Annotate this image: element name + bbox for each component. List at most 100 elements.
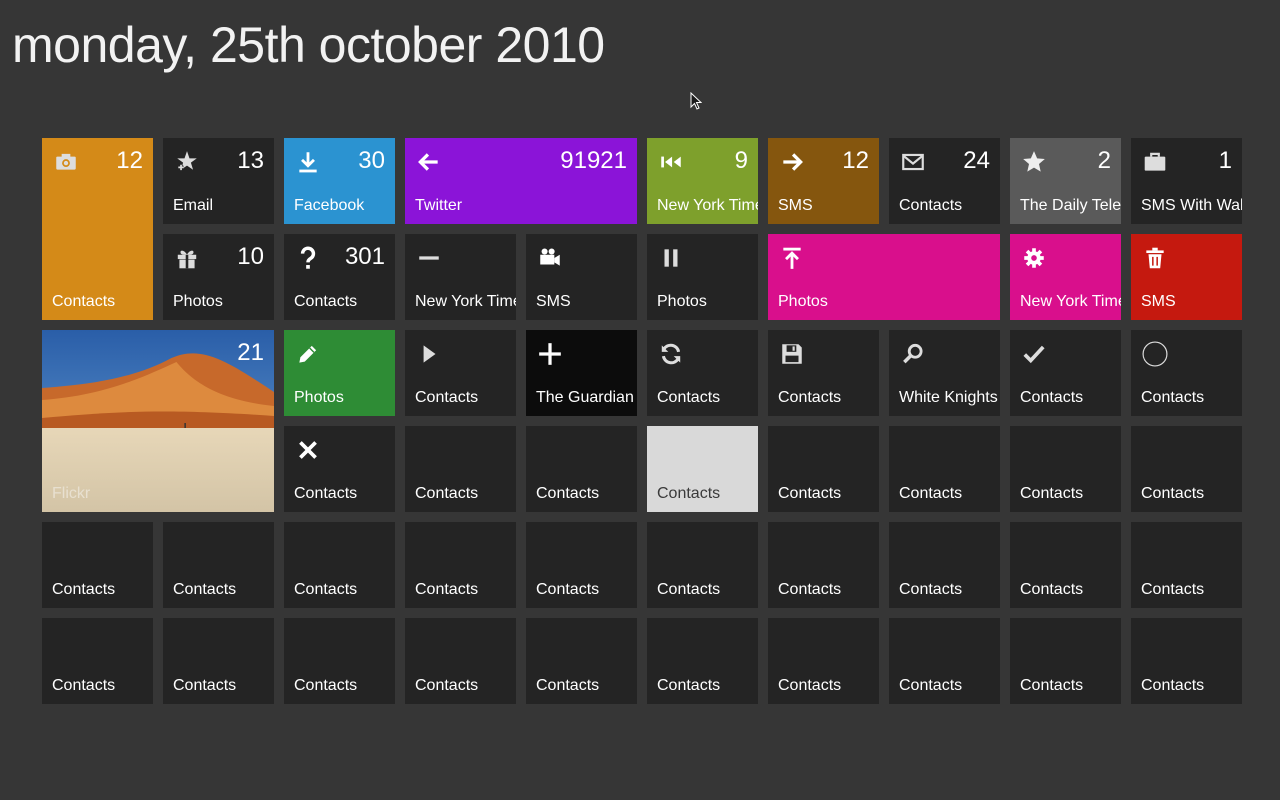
tile-label: Contacts (899, 677, 963, 694)
tile-contacts[interactable]: Contacts (526, 618, 637, 704)
tile-label: Contacts (173, 581, 237, 598)
tile-contacts[interactable]: Contacts (163, 522, 274, 608)
tile-photos[interactable]: 10 Photos (163, 234, 274, 320)
tile-contacts[interactable]: Contacts (1010, 522, 1121, 608)
tile-count-badge: 91921 (560, 147, 627, 174)
save-icon (778, 340, 806, 368)
tile-count-badge: 9 (734, 147, 748, 174)
tile-contacts[interactable]: Contacts (1010, 426, 1121, 512)
tile-facebook[interactable]: 30 Facebook (284, 138, 395, 224)
refresh-icon (657, 340, 685, 368)
tile-contacts[interactable]: Contacts (1010, 618, 1121, 704)
tile-the-guardian[interactable]: The Guardian (526, 330, 637, 416)
tile-contacts[interactable]: Contacts (889, 618, 1000, 704)
tile-contacts[interactable]: Contacts (1131, 618, 1242, 704)
tile-contacts[interactable]: Contacts (1131, 426, 1242, 512)
tile-sms[interactable]: SMS (526, 234, 637, 320)
tile-label: SMS With Walter (1141, 197, 1242, 214)
circle-icon (1141, 340, 1169, 368)
search-icon (899, 340, 927, 368)
tile-label: SMS (778, 197, 813, 214)
tile-flickr[interactable]: 21 Flickr (42, 330, 274, 512)
tile-label: Photos (778, 293, 828, 310)
tile-contacts[interactable]: 12 Contacts (42, 138, 153, 320)
tile-label: Contacts (899, 197, 963, 214)
tile-contacts[interactable]: Contacts (405, 618, 516, 704)
tile-label: Contacts (899, 581, 963, 598)
tile-label: Contacts (1141, 581, 1205, 598)
tile-contacts[interactable]: Contacts (768, 522, 879, 608)
gift-icon (173, 244, 201, 272)
tile-contacts[interactable]: Contacts (1131, 330, 1242, 416)
tile-label: Twitter (415, 197, 463, 214)
tile-photos[interactable]: Photos (647, 234, 758, 320)
tile-label: SMS (1141, 293, 1176, 310)
tile-label: Contacts (294, 581, 358, 598)
tile-label: Contacts (52, 293, 116, 310)
tile-contacts[interactable]: Contacts (405, 426, 516, 512)
tile-contacts[interactable]: Contacts (768, 330, 879, 416)
tile-contacts[interactable]: Contacts (768, 426, 879, 512)
tile-contacts[interactable]: 24 Contacts (889, 138, 1000, 224)
play-icon (415, 340, 443, 368)
star-icon (1020, 148, 1048, 176)
tile-label: White Knights (899, 389, 998, 406)
question-icon (294, 244, 322, 272)
tile-label: Photos (657, 293, 707, 310)
tile-contacts[interactable]: Contacts (284, 522, 395, 608)
tile-sms[interactable]: SMS (1131, 234, 1242, 320)
tile-contacts[interactable]: Contacts (1010, 330, 1121, 416)
minus-icon (415, 244, 443, 272)
pause-icon (657, 244, 685, 272)
tile-contacts[interactable]: Contacts (163, 618, 274, 704)
tile-white-knights[interactable]: White Knights (889, 330, 1000, 416)
tile-label: Contacts (1020, 485, 1084, 502)
tile-contacts[interactable]: Contacts (1131, 522, 1242, 608)
tile-count-badge: 21 (237, 339, 264, 366)
tile-label: Photos (173, 293, 223, 310)
tile-contacts[interactable]: Contacts (284, 618, 395, 704)
tile-contacts[interactable]: Contacts (284, 426, 395, 512)
tile-contacts[interactable]: 301 Contacts (284, 234, 395, 320)
tile-photos[interactable]: Photos (284, 330, 395, 416)
tile-sms[interactable]: 12 SMS (768, 138, 879, 224)
tile-new-york-times[interactable]: New York Times (1010, 234, 1121, 320)
tile-new-york-times[interactable]: New York Times (405, 234, 516, 320)
tile-contacts[interactable]: Contacts (526, 426, 637, 512)
tile-contacts[interactable]: Contacts (889, 426, 1000, 512)
tile-photos[interactable]: Photos (768, 234, 1000, 320)
tile-label: Contacts (294, 677, 358, 694)
tile-new-york-times[interactable]: 9 New York Times (647, 138, 758, 224)
tile-email[interactable]: 13 Email (163, 138, 274, 224)
tile-label: Contacts (1020, 677, 1084, 694)
tile-count-badge: 2 (1097, 147, 1111, 174)
tile-label: Contacts (52, 677, 116, 694)
tile-count-badge: 24 (963, 147, 990, 174)
tile-contacts[interactable]: Contacts (42, 618, 153, 704)
arrow-right-icon (778, 148, 806, 176)
tile-contacts[interactable]: Contacts (889, 522, 1000, 608)
tile-contacts[interactable]: Contacts (647, 618, 758, 704)
tile-contacts[interactable]: Contacts (768, 618, 879, 704)
tile-contacts[interactable]: Contacts (526, 522, 637, 608)
tile-contacts[interactable]: Contacts (405, 522, 516, 608)
tile-label: Contacts (657, 581, 721, 598)
tile-contacts[interactable]: Contacts (647, 426, 758, 512)
tile-twitter[interactable]: 91921 Twitter (405, 138, 637, 224)
tile-the-daily-telegraph[interactable]: 2 The Daily Telegraph (1010, 138, 1121, 224)
envelope-icon (899, 148, 927, 176)
pencil-icon (294, 340, 322, 368)
tile-label: Contacts (657, 389, 721, 406)
tile-contacts[interactable]: Contacts (42, 522, 153, 608)
tile-count-badge: 10 (237, 243, 264, 270)
tile-label: Photos (294, 389, 344, 406)
briefcase-icon (1141, 148, 1169, 176)
tile-count-badge: 12 (842, 147, 869, 174)
tile-label: Contacts (778, 677, 842, 694)
tile-contacts[interactable]: Contacts (647, 522, 758, 608)
tile-contacts[interactable]: Contacts (405, 330, 516, 416)
tile-label: Contacts (1141, 485, 1205, 502)
tile-label: Contacts (173, 677, 237, 694)
tile-contacts[interactable]: Contacts (647, 330, 758, 416)
tile-sms-with-walter[interactable]: 1 SMS With Walter (1131, 138, 1242, 224)
